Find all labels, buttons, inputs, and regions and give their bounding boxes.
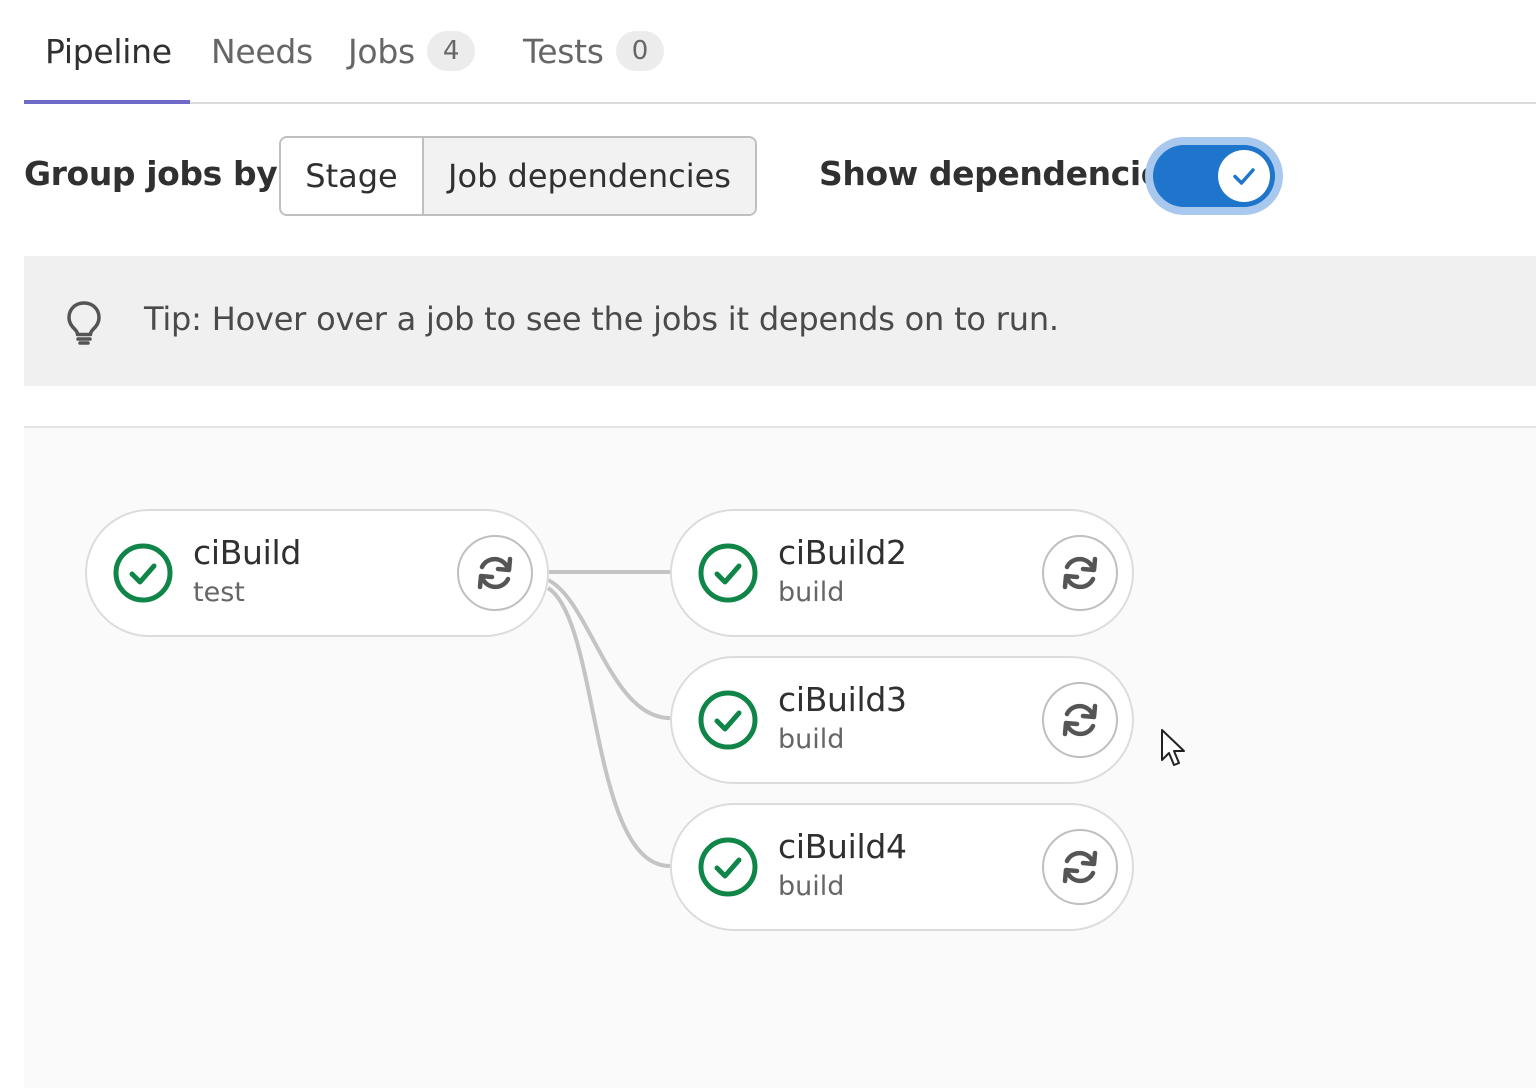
job-ciBuild4[interactable]: ciBuild4 build	[670, 803, 1134, 931]
job-stage: build	[778, 577, 845, 608]
status-success-icon	[698, 690, 758, 750]
retry-button[interactable]	[1042, 535, 1118, 611]
tab-tests-label: Tests	[523, 31, 604, 71]
tip-text: Tip: Hover over a job to see the jobs it…	[144, 300, 1059, 338]
tests-count-badge: 0	[615, 31, 664, 71]
job-name: ciBuild2	[778, 533, 907, 572]
group-jobs-by-label: Group jobs by	[24, 154, 278, 193]
group-by-job-dependencies-button[interactable]: Job dependencies	[424, 138, 755, 214]
job-ciBuild[interactable]: ciBuild test	[85, 509, 549, 637]
tab-jobs-label: Jobs	[348, 31, 415, 71]
retry-icon	[1062, 556, 1098, 590]
jobs-count-badge: 4	[426, 31, 476, 71]
tab-tests[interactable]: Tests 0	[523, 0, 664, 102]
retry-icon	[477, 556, 513, 590]
group-by-stage-button[interactable]: Stage	[281, 138, 424, 214]
retry-button[interactable]	[1042, 829, 1118, 905]
tip-banner: Tip: Hover over a job to see the jobs it…	[24, 256, 1536, 386]
show-dependencies-label: Show dependencies	[819, 154, 1182, 193]
job-stage: build	[778, 871, 845, 902]
tab-pipeline[interactable]: Pipeline	[24, 0, 190, 104]
retry-icon	[1062, 850, 1098, 884]
group-by-segmented-control: Stage Job dependencies	[279, 136, 757, 216]
show-dependencies-toggle[interactable]	[1153, 145, 1275, 207]
mouse-cursor-icon	[1161, 729, 1185, 766]
job-name: ciBuild4	[778, 827, 907, 866]
tab-pipeline-label: Pipeline	[45, 31, 172, 71]
retry-button[interactable]	[457, 535, 533, 611]
active-tab-indicator	[24, 100, 190, 104]
job-name: ciBuild	[193, 533, 302, 572]
job-name: ciBuild3	[778, 680, 907, 719]
job-stage: test	[193, 577, 245, 608]
status-success-icon	[698, 543, 758, 603]
pipeline-tabs: Pipeline Needs Jobs 4 Tests 0	[24, 0, 1536, 104]
job-stage: build	[778, 724, 845, 755]
retry-icon	[1062, 703, 1098, 737]
tab-jobs[interactable]: Jobs 4	[348, 0, 476, 102]
lightbulb-icon	[67, 301, 101, 345]
job-ciBuild3[interactable]: ciBuild3 build	[670, 656, 1134, 784]
status-success-icon	[113, 543, 173, 603]
retry-button[interactable]	[1042, 682, 1118, 758]
check-icon	[1233, 168, 1255, 185]
toggle-knob	[1218, 150, 1270, 202]
status-success-icon	[698, 837, 758, 897]
job-ciBuild2[interactable]: ciBuild2 build	[670, 509, 1134, 637]
tab-needs-label: Needs	[211, 31, 313, 71]
tab-needs[interactable]: Needs	[211, 0, 313, 102]
